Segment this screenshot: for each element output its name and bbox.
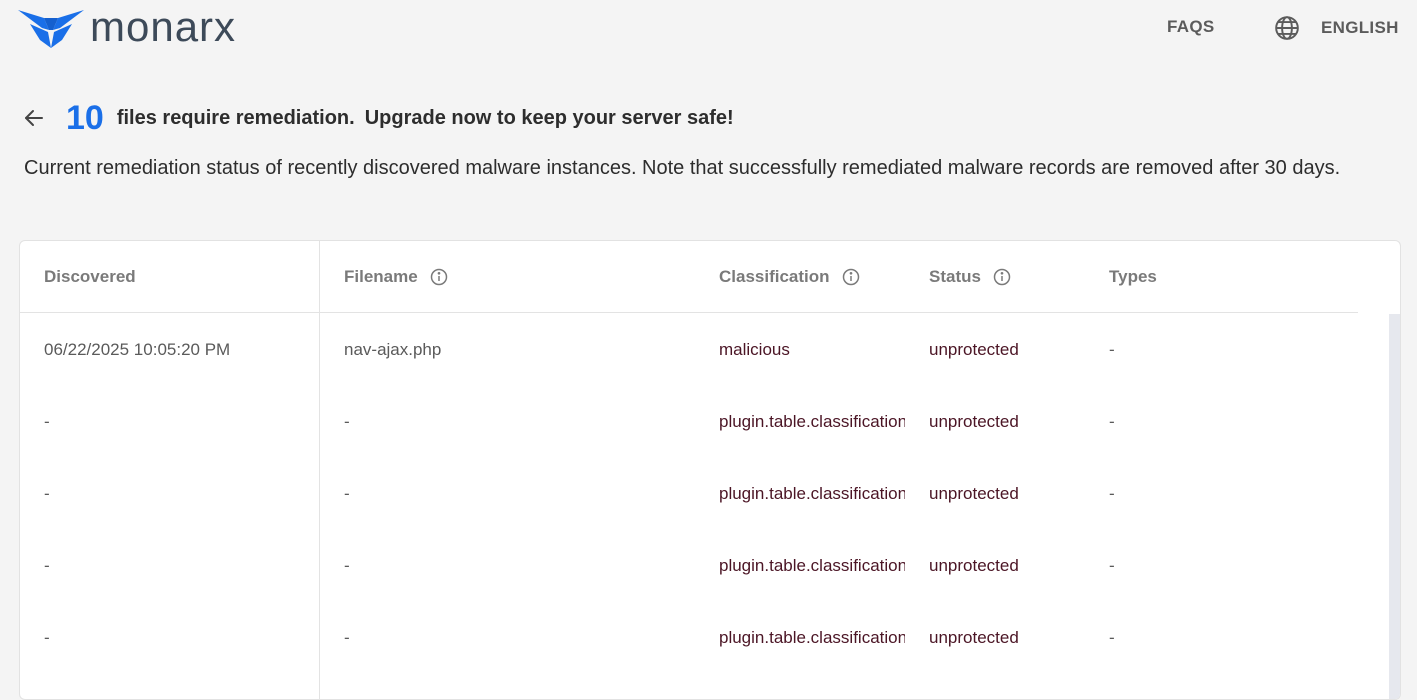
column-header-classification[interactable]: Classification: [719, 267, 860, 287]
faqs-link[interactable]: FAQS: [1167, 17, 1215, 37]
cell-status: unprotected: [929, 484, 1019, 503]
table-row[interactable]: - - plugin.table.classification unprotec…: [20, 458, 1358, 530]
brand-name: monarx: [90, 3, 237, 50]
cell-types: -: [1109, 412, 1115, 431]
cell-types: -: [1109, 628, 1115, 647]
table-row[interactable]: - - plugin.table.classification unprotec…: [20, 530, 1358, 602]
language-label: ENGLISH: [1321, 18, 1399, 37]
cell-filename: -: [344, 484, 350, 503]
back-arrow-icon[interactable]: [22, 106, 46, 130]
cell-status: unprotected: [929, 628, 1019, 647]
column-header-filename[interactable]: Filename: [344, 267, 448, 287]
cell-types: -: [1109, 484, 1115, 503]
files-count: 10: [66, 98, 104, 137]
upgrade-message: Upgrade now to keep your server safe!: [364, 106, 734, 129]
top-bar: monarx FAQS ENGLISH: [0, 0, 1417, 62]
page-description: Current remediation status of recently d…: [24, 157, 1341, 179]
table-row[interactable]: 06/22/2025 10:05:20 PM nav-ajax.php mali…: [20, 314, 1358, 386]
table-row[interactable]: - - plugin.table.classification unprotec…: [20, 602, 1358, 674]
cell-classification: plugin.table.classification: [719, 628, 905, 647]
cell-classification: malicious: [719, 340, 790, 359]
table-row[interactable]: - - plugin.table.classification unprotec…: [20, 386, 1358, 458]
column-label: Classification: [719, 267, 830, 286]
column-header-types[interactable]: Types: [1109, 267, 1157, 287]
column-header-status[interactable]: Status: [929, 267, 1011, 287]
info-icon[interactable]: [430, 268, 448, 286]
globe-icon: [1275, 16, 1299, 40]
cell-discovered: -: [44, 556, 50, 575]
cell-classification: plugin.table.classification: [719, 484, 905, 503]
malware-table: Discovered Filename Classification Statu…: [19, 240, 1401, 700]
cell-status: unprotected: [929, 556, 1019, 575]
language-selector[interactable]: ENGLISH: [1274, 15, 1399, 41]
cell-types: -: [1109, 340, 1115, 359]
cell-discovered: -: [44, 412, 50, 431]
cell-filename: -: [344, 556, 350, 575]
cell-filename: -: [344, 628, 350, 647]
cell-types: -: [1109, 556, 1115, 575]
info-icon[interactable]: [842, 268, 860, 286]
cell-classification: plugin.table.classification: [719, 412, 905, 431]
cell-classification: plugin.table.classification: [719, 556, 905, 575]
butterfly-logo-icon: [18, 10, 84, 48]
column-label: Types: [1109, 267, 1157, 286]
monarx-logo[interactable]: monarx: [16, 3, 237, 52]
column-header-discovered[interactable]: Discovered: [44, 267, 136, 287]
column-label: Filename: [344, 267, 418, 286]
info-icon[interactable]: [993, 268, 1011, 286]
cell-discovered: -: [44, 628, 50, 647]
cell-filename: -: [344, 412, 350, 431]
cell-discovered: 06/22/2025 10:05:20 PM: [44, 340, 231, 359]
column-label: Discovered: [44, 267, 136, 286]
table-header: Discovered Filename Classification Statu…: [20, 241, 1358, 313]
cell-status: unprotected: [929, 412, 1019, 431]
column-label: Status: [929, 267, 981, 286]
remediation-message: files require remediation.: [116, 106, 355, 129]
remediation-headline: 10 files require remediation. Upgrade no…: [22, 96, 734, 140]
cell-filename: nav-ajax.php: [344, 340, 442, 359]
cell-discovered: -: [44, 484, 50, 503]
vertical-scrollbar[interactable]: [1389, 314, 1400, 699]
cell-status: unprotected: [929, 340, 1019, 359]
